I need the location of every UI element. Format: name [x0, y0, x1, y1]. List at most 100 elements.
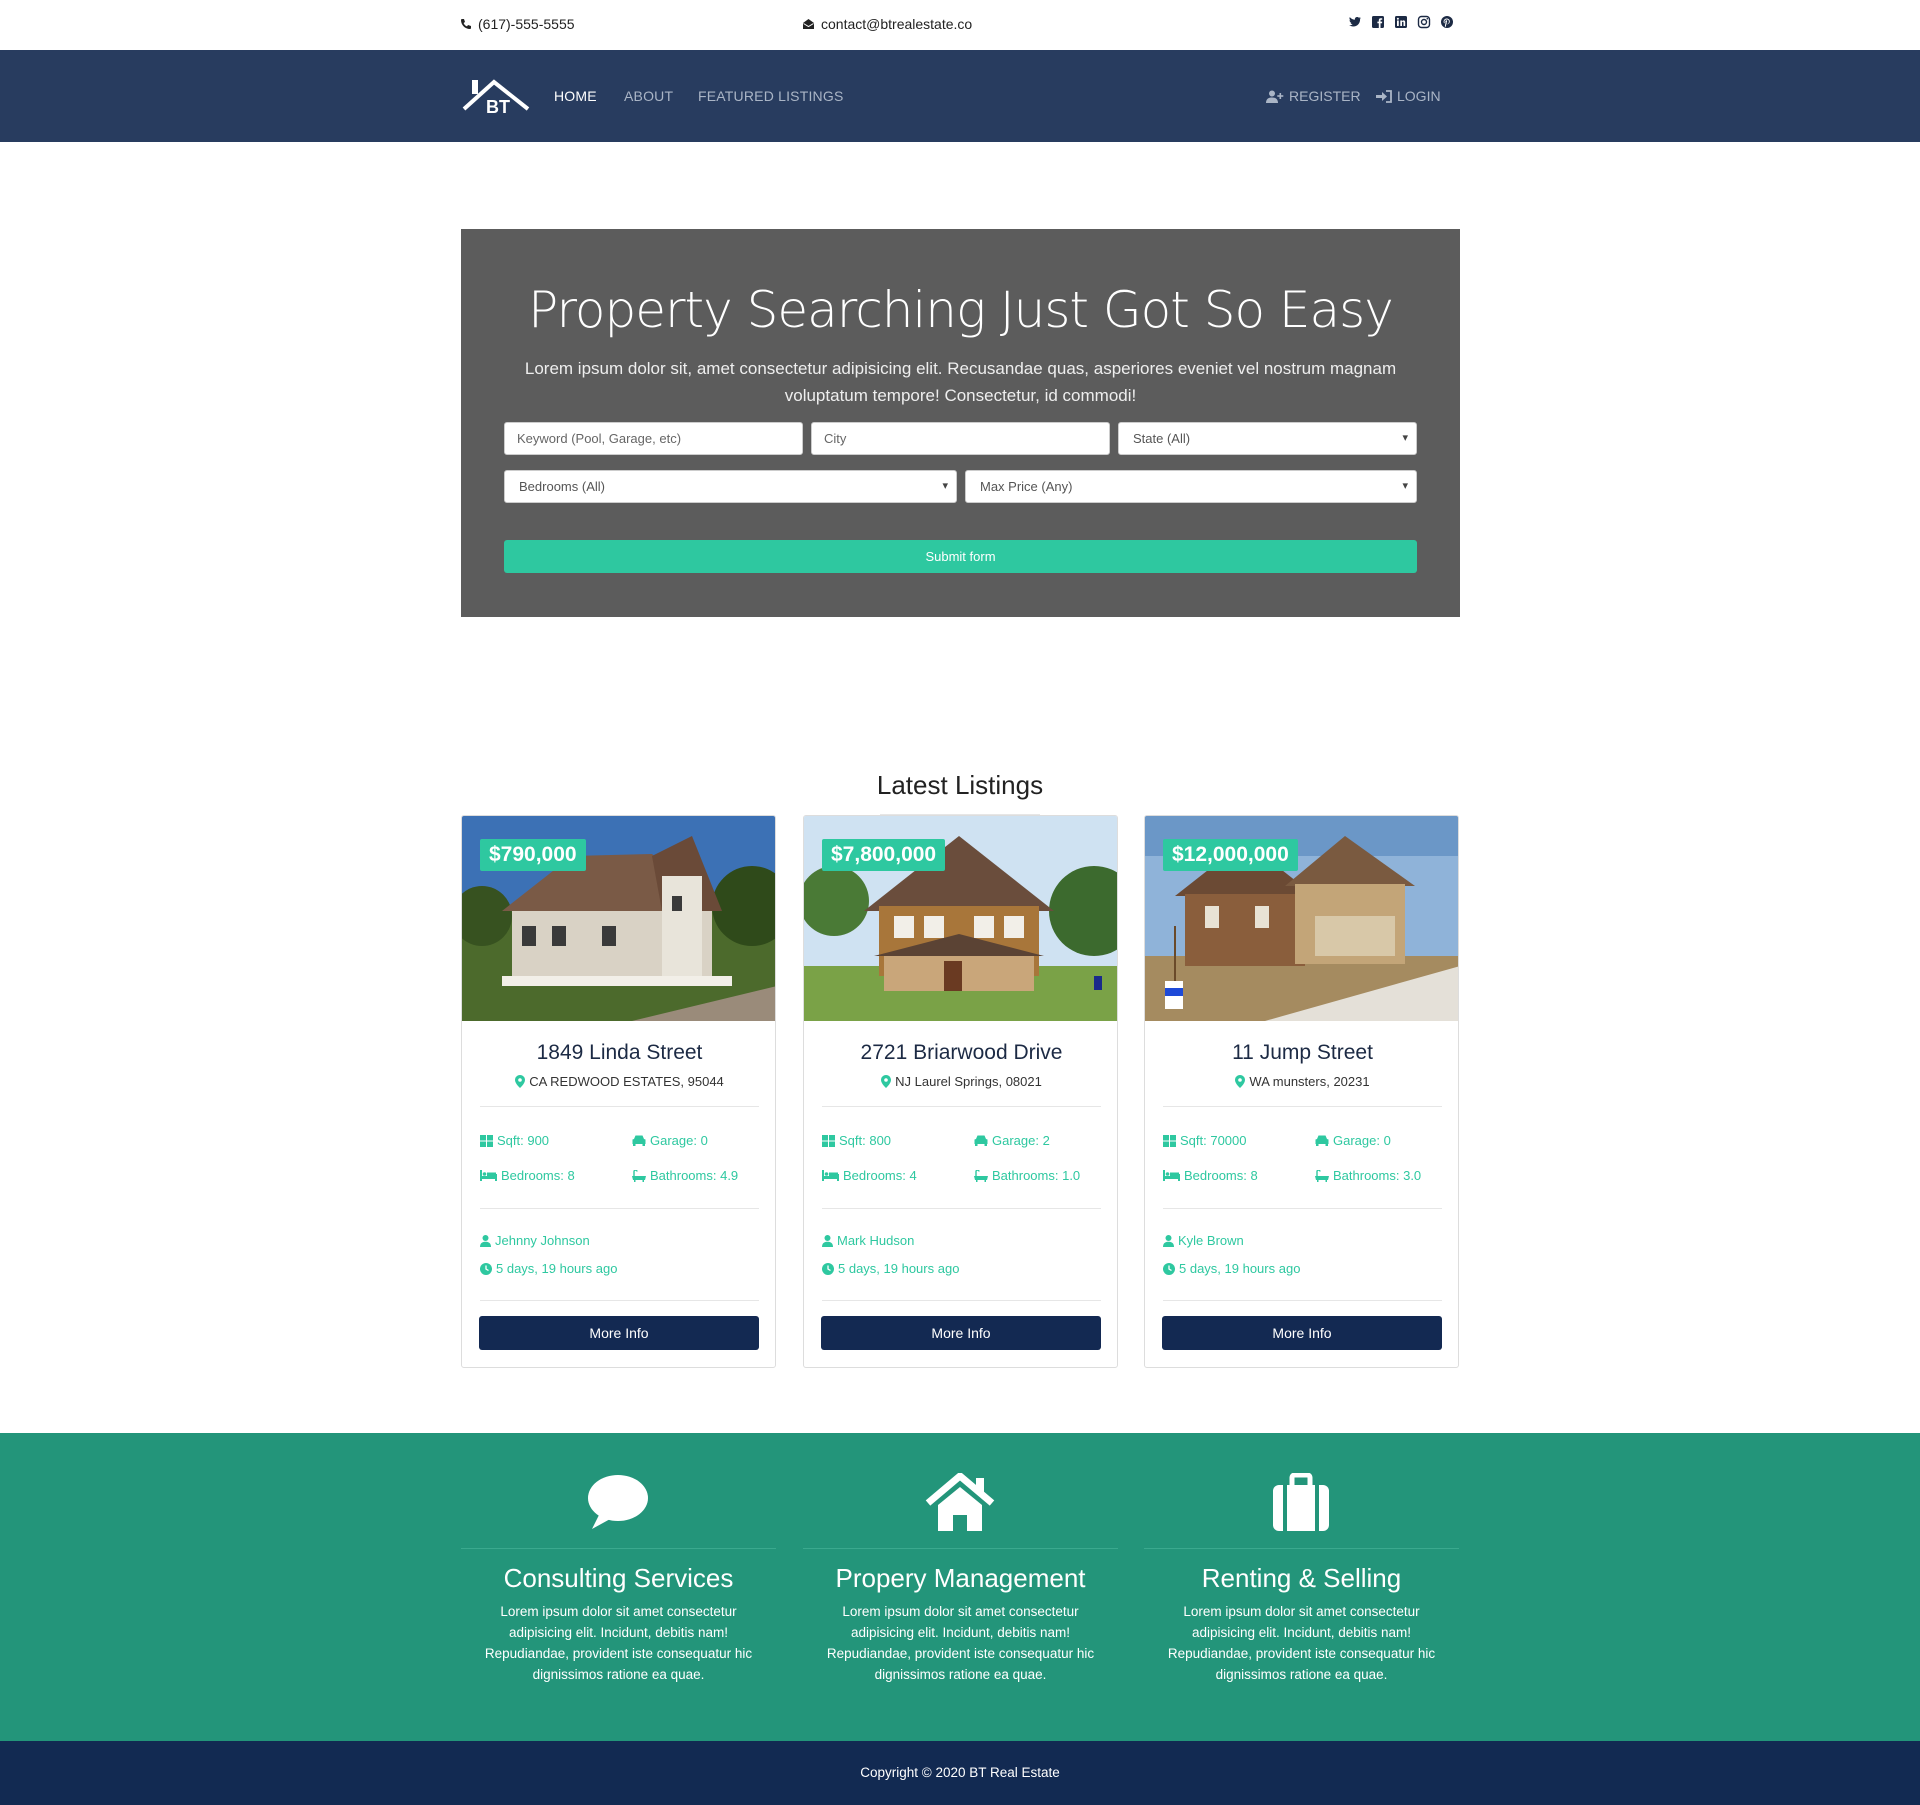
listing-card: $12,000,000 11 Jump Street WA munsters, … — [1144, 815, 1459, 1368]
linkedin-icon[interactable] — [1394, 15, 1408, 29]
register-label: REGISTER — [1289, 88, 1361, 104]
realtor-name: Jehnny Johnson — [495, 1233, 590, 1248]
facebook-icon[interactable] — [1371, 15, 1385, 29]
keyword-input[interactable]: Keyword (Pool, Garage, etc) — [504, 422, 803, 455]
bedrooms-select[interactable]: Bedrooms (All) — [504, 470, 957, 503]
user-icon — [480, 1234, 491, 1247]
posted-stat: 5 days, 19 hours ago — [480, 1261, 617, 1276]
listing-address: 1849 Linda Street — [536, 1041, 703, 1064]
service-renting-selling: Renting & Selling Lorem ipsum dolor sit … — [1144, 1433, 1459, 1741]
realtor-name: Kyle Brown — [1178, 1233, 1244, 1248]
service-consulting: Consulting Services Lorem ipsum dolor si… — [461, 1433, 776, 1741]
nav-about[interactable]: ABOUT — [624, 88, 673, 104]
service-text: Lorem ipsum dolor sit amet consectetur a… — [1167, 1604, 1436, 1682]
bathrooms-value: Bathrooms: 3.0 — [1333, 1168, 1422, 1183]
envelope-open-icon — [803, 19, 814, 29]
card-divider — [1163, 1300, 1442, 1301]
card-divider — [822, 1300, 1101, 1301]
car-icon — [1315, 1135, 1329, 1146]
bed-icon — [1163, 1170, 1180, 1181]
map-marker-icon — [515, 1075, 526, 1088]
realtor-stat: Mark Hudson — [822, 1233, 914, 1248]
sqft-stat: Sqft: 70000 — [1163, 1133, 1247, 1148]
garage-value: Garage: 0 — [650, 1133, 708, 1148]
max-price-select[interactable]: Max Price (Any) — [965, 470, 1417, 503]
bed-icon — [822, 1170, 839, 1181]
posted-stat: 5 days, 19 hours ago — [1163, 1261, 1300, 1276]
nav-featured-listings[interactable]: FEATURED LISTINGS — [698, 88, 844, 104]
service-text: Lorem ipsum dolor sit amet consectetur a… — [826, 1604, 1095, 1682]
phone-contact[interactable]: (617)-555-5555 — [460, 16, 575, 32]
instagram-icon[interactable] — [1417, 15, 1431, 29]
twitter-icon[interactable] — [1348, 15, 1362, 29]
realtor-stat: Jehnny Johnson — [480, 1233, 590, 1248]
bathrooms-stat: Bathrooms: 1.0 — [974, 1168, 1080, 1183]
car-icon — [632, 1135, 646, 1146]
more-info-button[interactable]: More Info — [479, 1316, 759, 1350]
login-label: LOGIN — [1397, 88, 1441, 104]
th-large-icon — [480, 1134, 493, 1147]
brand-logo[interactable]: BT — [462, 76, 530, 117]
card-divider — [822, 1208, 1101, 1209]
map-marker-icon — [881, 1075, 892, 1088]
phone-number: (617)-555-5555 — [478, 16, 575, 32]
email-address: contact@btrealestate.co — [821, 16, 973, 32]
bedrooms-value: Bedrooms: 8 — [1184, 1168, 1258, 1183]
service-title: Consulting Services — [503, 1563, 734, 1593]
social-links — [1348, 15, 1454, 29]
service-text: Lorem ipsum dolor sit amet consectetur a… — [484, 1604, 753, 1682]
bedrooms-value: Bedrooms: 4 — [843, 1168, 917, 1183]
bed-icon — [480, 1170, 497, 1181]
listing-location-text: CA REDWOOD ESTATES, 95044 — [529, 1074, 724, 1089]
posted-time: 5 days, 19 hours ago — [1179, 1261, 1301, 1276]
bedrooms-stat: Bedrooms: 8 — [1163, 1168, 1258, 1183]
clock-icon — [822, 1262, 834, 1275]
state-select[interactable]: State (All) — [1118, 422, 1417, 455]
card-divider — [480, 1300, 759, 1301]
garage-value: Garage: 0 — [1333, 1133, 1391, 1148]
email-contact[interactable]: contact@btrealestate.co — [802, 16, 972, 32]
bedrooms-value: Bedrooms: 8 — [501, 1168, 575, 1183]
listing-location-text: NJ Laurel Springs, 08021 — [895, 1074, 1042, 1089]
service-management: Propery Management Lorem ipsum dolor sit… — [803, 1433, 1118, 1741]
services-section: Consulting Services Lorem ipsum dolor si… — [0, 1433, 1920, 1741]
posted-stat: 5 days, 19 hours ago — [822, 1261, 959, 1276]
copyright-text: Copyright © 2020 BT Real Estate — [860, 1765, 1060, 1780]
realtor-name: Mark Hudson — [837, 1233, 915, 1248]
state-selected-value: State (All) — [1133, 431, 1191, 446]
svg-text:BT: BT — [486, 97, 510, 116]
clock-icon — [480, 1262, 492, 1275]
service-title: Renting & Selling — [1201, 1563, 1402, 1593]
user-icon — [822, 1234, 833, 1247]
map-marker-icon — [1235, 1075, 1246, 1088]
service-title: Propery Management — [835, 1563, 1086, 1593]
card-divider — [1163, 1106, 1442, 1107]
car-icon — [974, 1135, 988, 1146]
th-large-icon — [1163, 1134, 1176, 1147]
garage-value: Garage: 2 — [992, 1133, 1050, 1148]
more-info-button[interactable]: More Info — [821, 1316, 1101, 1350]
site-footer: Copyright © 2020 BT Real Estate — [0, 1741, 1920, 1805]
city-input[interactable]: City — [811, 422, 1110, 455]
pinterest-icon[interactable] — [1440, 15, 1454, 29]
hero-lead: Lorem ipsum dolor sit, amet consectetur … — [524, 359, 1397, 405]
sign-in-icon — [1376, 89, 1392, 103]
city-placeholder: City — [824, 431, 847, 446]
submit-form-button[interactable]: Submit form — [504, 540, 1417, 573]
bedrooms-stat: Bedrooms: 4 — [822, 1168, 917, 1183]
th-large-icon — [822, 1134, 835, 1147]
register-link[interactable]: REGISTER — [1266, 88, 1361, 104]
realtor-stat: Kyle Brown — [1163, 1233, 1244, 1248]
clock-icon — [1163, 1262, 1175, 1275]
sqft-value: Sqft: 800 — [839, 1133, 892, 1148]
more-info-button[interactable]: More Info — [1162, 1316, 1442, 1350]
hero-title: Property Searching Just Got So Easy — [528, 281, 1394, 339]
keyword-placeholder: Keyword (Pool, Garage, etc) — [517, 431, 682, 446]
bathrooms-value: Bathrooms: 4.9 — [650, 1168, 739, 1183]
listing-location: WA munsters, 20231 — [1145, 1074, 1458, 1089]
top-contact-bar: (617)-555-5555 contact@btrealestate.co — [0, 0, 1920, 50]
nav-home[interactable]: HOME — [554, 88, 597, 104]
login-link[interactable]: LOGIN — [1376, 88, 1441, 104]
user-icon — [1163, 1234, 1174, 1247]
bathrooms-value: Bathrooms: 1.0 — [992, 1168, 1081, 1183]
